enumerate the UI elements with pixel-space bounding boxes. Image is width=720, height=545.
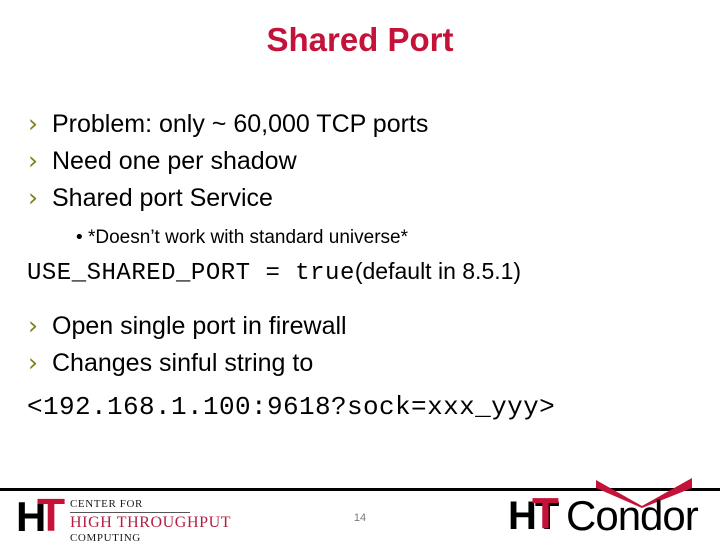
config-code: USE_SHARED_PORT = true — [27, 260, 355, 287]
list-item-label: Problem: only ~ 60,000 TCP ports — [52, 110, 429, 138]
chevron-bullet-icon: › — [28, 109, 38, 138]
chevron-bullet-icon: › — [28, 183, 38, 212]
chtc-line-computing: COMPUTING — [70, 532, 141, 544]
sinful-string-code: <192.168.1.100:9618?sock=xxx_yyy> — [27, 392, 556, 422]
config-note: (default in 8.5.1) — [354, 258, 522, 284]
list-item-label: Need one per shadow — [52, 147, 297, 175]
htcondor-t-overlay: T — [532, 489, 559, 538]
chevron-bullet-icon: › — [28, 146, 38, 175]
page-title: Shared Port — [266, 21, 454, 58]
slide-body: › Problem: only ~ 60,000 TCP ports › Nee… — [0, 108, 720, 428]
chtc-logo: H T CENTER FOR HIGH THROUGHPUT COMPUTING — [16, 492, 231, 545]
list-item: › Need one per shadow — [0, 145, 720, 177]
htcondor-logo: HT T Condor — [508, 478, 708, 538]
list-item: › Shared port Service — [0, 182, 720, 214]
sinful-string-line: <192.168.1.100:9618?sock=xxx_yyy> — [0, 389, 720, 428]
list-item-label: Shared port Service — [52, 184, 273, 212]
chtc-wordmark: CENTER FOR HIGH THROUGHPUT COMPUTING — [70, 492, 231, 545]
chtc-line-center-for: CENTER FOR — [70, 498, 190, 513]
list-item-label: Changes sinful string to — [52, 349, 314, 377]
list-item-label: Open single port in firewall — [52, 312, 347, 340]
sub-list-item: • *Doesn’t work with standard universe* — [0, 226, 720, 250]
page-number: 14 — [353, 512, 367, 524]
chtc-ht-mark-icon: H T — [16, 489, 66, 541]
slide: Shared Port › Problem: only ~ 60,000 TCP… — [0, 0, 720, 544]
chevron-bullet-icon: › — [28, 311, 38, 340]
list-item: › Open single port in firewall — [0, 310, 720, 342]
chevron-bullet-icon: › — [28, 348, 38, 377]
list-item: › Changes sinful string to — [0, 347, 720, 379]
config-line: USE_SHARED_PORT = true(default in 8.5.1) — [0, 254, 720, 292]
chtc-t-letter: T — [37, 489, 65, 541]
list-item: › Problem: only ~ 60,000 TCP ports — [0, 108, 720, 140]
sub-list-item-label: *Doesn’t work with standard universe* — [88, 227, 408, 248]
dot-bullet-icon: • — [74, 227, 85, 248]
htcondor-wordmark: HT T Condor — [508, 492, 708, 538]
htcondor-condor-word: Condor — [566, 492, 699, 539]
chtc-line-high-throughput: HIGH THROUGHPUT — [70, 514, 232, 531]
